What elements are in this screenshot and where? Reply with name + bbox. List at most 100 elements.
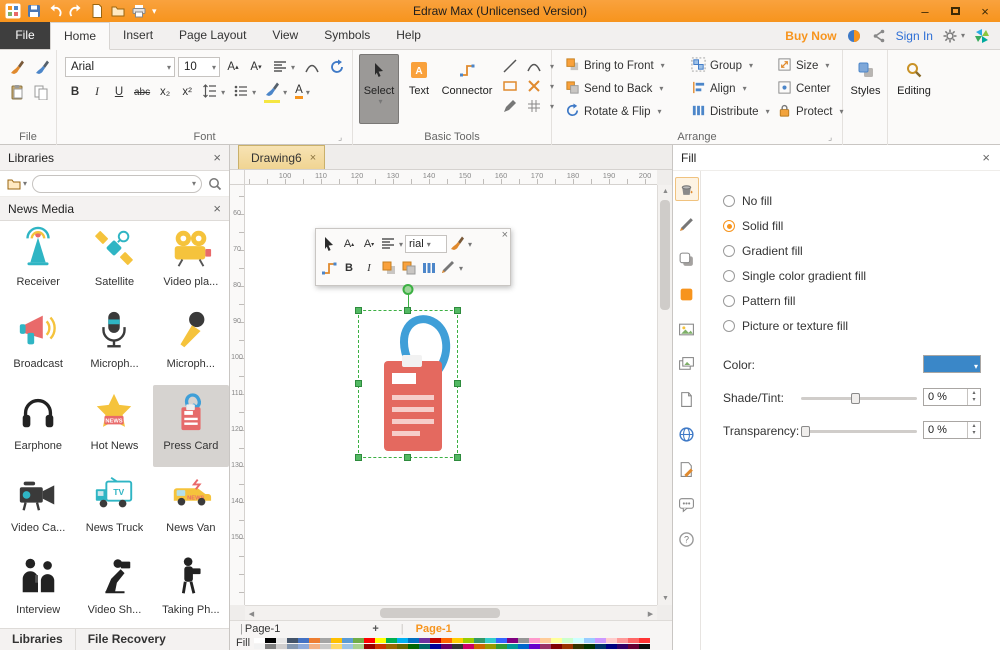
library-item-news-van[interactable]: NEWSNews Van [153, 467, 229, 549]
italic-button[interactable]: I [87, 82, 107, 102]
mini-decrease-font[interactable]: A▾ [360, 234, 378, 254]
palette-swatch[interactable] [364, 644, 375, 649]
resize-handle-ne[interactable] [454, 307, 461, 314]
scroll-right-icon[interactable]: ▶ [644, 606, 657, 621]
spinner-arrows-icon[interactable]: ▴▾ [967, 422, 980, 438]
app-logo-icon[interactable] [5, 3, 21, 19]
palette-swatch[interactable] [584, 638, 595, 643]
print-icon[interactable] [131, 3, 147, 19]
hyperlink-panel-icon[interactable] [675, 422, 699, 446]
palette-swatch[interactable] [386, 638, 397, 643]
subscript-button[interactable]: x₂ [155, 82, 175, 102]
palette-swatch[interactable] [342, 644, 353, 649]
palette-swatch[interactable] [474, 644, 485, 649]
fill-option-picture-or-texture-fill[interactable]: Picture or texture fill [723, 318, 848, 334]
mini-select-icon[interactable] [320, 234, 338, 254]
line-spacing-button[interactable]: ▾ [199, 82, 228, 102]
palette-swatch[interactable] [606, 644, 617, 649]
rotate-flip-button[interactable]: Rotate & Flip▾ [560, 101, 682, 122]
protect-button[interactable]: Protect▾ [772, 101, 840, 122]
horizontal-scroll-thumb[interactable] [380, 608, 500, 618]
palette-swatch[interactable] [584, 644, 595, 649]
editing-button[interactable]: Editing [892, 54, 936, 124]
palette-swatch[interactable] [320, 644, 331, 649]
palette-swatch[interactable] [507, 638, 518, 643]
document-tab[interactable]: Drawing6 × [238, 145, 325, 169]
font-size-combo[interactable]: 10▾ [178, 57, 220, 77]
mini-format-painter[interactable]: ▾ [449, 234, 472, 254]
pinwheel-icon[interactable] [974, 28, 990, 44]
library-item-video-sh-[interactable]: Video Sh... [76, 549, 152, 628]
library-item-taking-ph-[interactable]: Taking Ph... [153, 549, 229, 628]
mini-distribute-icon[interactable] [420, 258, 438, 278]
undo-icon[interactable] [47, 3, 63, 19]
library-folder-icon[interactable] [6, 176, 22, 192]
drawing-page[interactable]: × A▴ A▾ ▾ rial▾ ▾ B I ▾ [245, 185, 657, 605]
file-menu-button[interactable]: File [0, 22, 50, 49]
menu-tab-symbols[interactable]: Symbols [311, 22, 383, 49]
palette-swatch[interactable] [276, 644, 287, 649]
palette-swatch[interactable] [595, 638, 606, 643]
superscript-button[interactable]: x² [177, 82, 197, 102]
note-panel-icon[interactable] [675, 457, 699, 481]
close-icon[interactable]: × [502, 229, 508, 241]
pen-tool-icon[interactable] [499, 97, 521, 115]
library-item-video-ca-[interactable]: Video Ca... [0, 467, 76, 549]
shadow-panel-icon[interactable] [675, 247, 699, 271]
bullets-button[interactable]: ▾ [230, 82, 259, 102]
palette-swatch[interactable] [573, 644, 584, 649]
palette-swatch[interactable] [364, 638, 375, 643]
transparency-spinner[interactable]: 0 % ▴▾ [923, 421, 981, 439]
library-item-interview[interactable]: Interview [0, 549, 76, 628]
palette-swatch[interactable] [430, 644, 441, 649]
format-painter-icon[interactable] [6, 57, 28, 77]
palette-swatch[interactable] [562, 638, 573, 643]
resize-handle-se[interactable] [454, 454, 461, 461]
select-tool-button[interactable]: Select ▾ [359, 54, 399, 124]
library-item-video-pla-[interactable]: Video pla... [153, 221, 229, 303]
distribute-button[interactable]: Distribute▾ [686, 101, 772, 122]
scroll-up-icon[interactable]: ▲ [658, 185, 673, 198]
palette-swatch[interactable] [496, 638, 507, 643]
maximize-button[interactable] [940, 0, 970, 22]
library-item-microph-[interactable]: Microph... [153, 303, 229, 385]
text-arc-icon[interactable] [301, 57, 323, 77]
palette-swatch[interactable] [408, 638, 419, 643]
mini-bold-button[interactable]: B [340, 258, 358, 278]
palette-swatch[interactable] [342, 638, 353, 643]
strikethrough-button[interactable]: abc [131, 82, 153, 102]
palette-swatch[interactable] [628, 638, 639, 643]
close-icon[interactable]: × [982, 150, 990, 165]
radio-icon[interactable] [723, 320, 735, 332]
active-page-tab[interactable]: Page-1 [416, 623, 452, 635]
palette-swatch[interactable] [331, 638, 342, 643]
mini-line-style[interactable]: ▾ [440, 258, 463, 278]
promo-icon[interactable] [846, 28, 862, 44]
spinner-arrows-icon[interactable]: ▴▾ [967, 389, 980, 405]
horizontal-scrollbar[interactable]: ◀ ▶ [245, 605, 657, 620]
background-panel-icon[interactable] [675, 352, 699, 376]
fill-panel-icon[interactable] [675, 177, 699, 201]
palette-swatch[interactable] [353, 644, 364, 649]
underline-button[interactable]: U [109, 82, 129, 102]
library-item-microph-[interactable]: Microph... [76, 303, 152, 385]
tab-file-recovery[interactable]: File Recovery [76, 629, 178, 650]
menu-tab-help[interactable]: Help [383, 22, 434, 49]
increase-font-button[interactable]: A▴ [223, 57, 243, 77]
transparency-slider-thumb[interactable] [801, 426, 810, 437]
fill-option-pattern-fill[interactable]: Pattern fill [723, 293, 795, 309]
palette-swatch[interactable] [485, 638, 496, 643]
close-icon[interactable]: × [213, 201, 221, 216]
palette-swatch[interactable] [386, 644, 397, 649]
library-item-hot-news[interactable]: NEWSHot News [76, 385, 152, 467]
close-icon[interactable]: × [310, 152, 316, 164]
palette-swatch[interactable] [375, 638, 386, 643]
quick-color-panel-icon[interactable] [675, 282, 699, 306]
mini-connector-icon[interactable] [320, 258, 338, 278]
fill-option-single-color-gradient-fill[interactable]: Single color gradient fill [723, 268, 866, 284]
palette-swatch[interactable] [331, 644, 342, 649]
radio-icon[interactable] [723, 295, 735, 307]
selection-box[interactable] [358, 310, 458, 458]
highlight-color-button[interactable]: ▾ [261, 82, 290, 102]
line-tool-icon[interactable] [499, 57, 521, 75]
